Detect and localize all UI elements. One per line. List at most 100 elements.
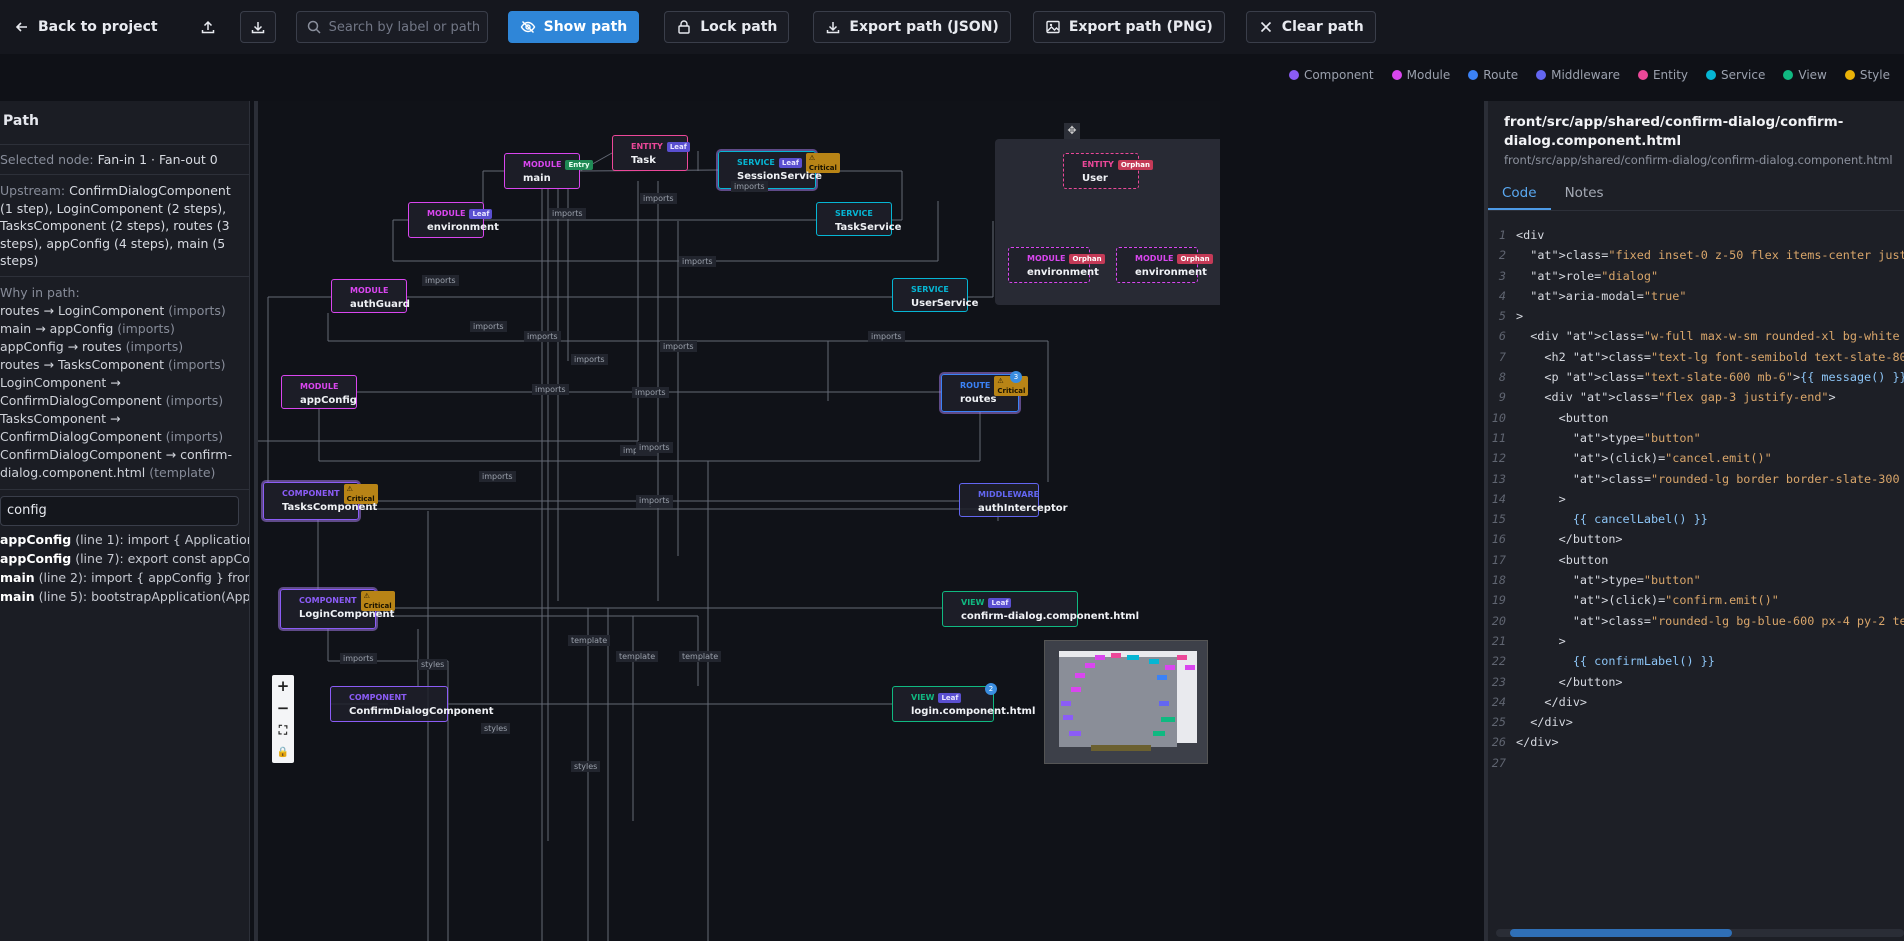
line-text: </div> <box>1516 694 1588 709</box>
graph-node-env3[interactable]: MODULE Orphan environment <box>1116 247 1213 283</box>
upload-icon <box>201 20 214 34</box>
search-result[interactable]: appConfig (line 7): export const appConf… <box>0 549 249 568</box>
line-number: 27 <box>1491 755 1506 770</box>
legend-label: Style <box>1859 68 1890 82</box>
node-label: TaskService <box>835 222 902 233</box>
why-item[interactable]: routes → TasksComponent (imports) <box>0 356 249 374</box>
node-search-input[interactable] <box>328 19 479 35</box>
graph-node-confirm[interactable]: COMPONENT ConfirmDialogComponent <box>330 686 493 722</box>
node-type: MODULE <box>300 381 356 392</box>
legend-item-view: View <box>1783 68 1827 82</box>
lock-view-button[interactable]: 🔒 <box>272 741 294 763</box>
back-button[interactable]: Back to project <box>10 11 162 43</box>
edge-label: imports <box>470 321 507 332</box>
minimap[interactable] <box>1044 640 1208 764</box>
why-item[interactable]: TasksComponent → ConfirmDialogComponent … <box>0 410 249 446</box>
lock-path-button[interactable]: Lock path <box>664 11 790 43</box>
legend: Component Module Route Middleware Entity Serv… <box>1288 68 1890 82</box>
scrollbar-thumb[interactable] <box>1510 929 1732 937</box>
code-line: 12 "at">(click)="cancel.emit()" <box>1488 448 1904 468</box>
graph-node-user[interactable]: ENTITY Orphan User <box>1063 153 1153 189</box>
download-button[interactable] <box>239 11 276 43</box>
legend-item-middleware: Middleware <box>1536 68 1620 82</box>
graph-node-task[interactable]: ENTITY Leaf Task <box>612 135 690 171</box>
line-text: "at">class="rounded-lg border border-sla… <box>1572 471 1900 486</box>
why-item-kind: (imports) <box>165 392 224 408</box>
line-number: 22 <box>1491 654 1506 669</box>
show-path-button[interactable]: Show path <box>507 11 640 43</box>
edge-label: imports <box>868 331 905 342</box>
graph-node-login[interactable]: COMPONENT ⚠ Critical LoginComponent <box>280 589 395 629</box>
clear-path-button[interactable]: Clear path <box>1245 11 1376 43</box>
horizontal-scrollbar[interactable] <box>1496 929 1904 937</box>
why-item[interactable]: ConfirmDialogComponent → confirm-dialog.… <box>0 446 249 482</box>
edge-label: imports <box>632 387 669 398</box>
upload-button[interactable] <box>190 11 226 43</box>
graph-node-appconfig[interactable]: MODULE appConfig <box>281 375 357 409</box>
why-item[interactable]: main → appConfig (imports) <box>0 320 249 338</box>
node-label: environment <box>1027 267 1099 278</box>
node-type: ENTITY Leaf <box>631 141 690 152</box>
search-result[interactable]: main (line 5): bootstrapApplication(AppC… <box>0 587 249 606</box>
node-type: MODULE Orphan <box>1135 253 1213 264</box>
node-badge: Leaf <box>938 692 962 703</box>
graph-node-userservice[interactable]: SERVICE UserService <box>892 278 978 312</box>
line-number: 14 <box>1491 491 1506 506</box>
path-search-input[interactable] <box>7 503 227 518</box>
graph-node-tasks[interactable]: COMPONENT ⚠ Critical TasksComponent <box>263 482 378 520</box>
search-result[interactable]: appConfig (line 1): import { Application… <box>0 530 249 549</box>
line-number: 18 <box>1491 573 1506 588</box>
graph-canvas[interactable]: MODULE Entry main ENTITY Leaf Task SERVICE Leaf… <box>254 101 1220 941</box>
why-item[interactable]: LoginComponent → ConfirmDialogComponent … <box>0 374 249 410</box>
export-json-button[interactable]: Export path (JSON) <box>813 11 1011 43</box>
node-type-label: COMPONENT <box>299 596 357 605</box>
result-name: appConfig <box>0 550 72 566</box>
node-label: User <box>1082 173 1108 184</box>
edge-label: styles <box>571 761 601 772</box>
tab-code[interactable]: Code <box>1488 177 1551 210</box>
legend-label: Service <box>1721 68 1766 82</box>
edge-label: imports <box>636 442 673 453</box>
result-text: (line 2): import { appConfig } from './a… <box>38 569 249 585</box>
legend-dot <box>1288 70 1299 80</box>
node-search[interactable] <box>295 11 488 43</box>
why-item[interactable]: appConfig → routes (imports) <box>0 338 249 356</box>
why-item-kind: (imports) <box>117 320 175 336</box>
legend-dot <box>1706 70 1717 80</box>
line-number: 8 <box>1498 370 1506 385</box>
line-text: {{ cancelLabel() }} <box>1572 512 1708 527</box>
code-line: 21 > <box>1488 631 1904 651</box>
fit-view-button[interactable]: ⛶ <box>272 719 294 741</box>
code-line: 24 </div> <box>1488 692 1904 712</box>
why-in-path: Why in path: routes → LoginComponent (im… <box>0 277 249 490</box>
graph-node-authint[interactable]: MIDDLEWARE authInterceptor <box>959 483 1068 517</box>
node-type-label: MODULE <box>427 209 466 218</box>
export-png-button[interactable]: Export path (PNG) <box>1032 11 1225 43</box>
graph-node-environment[interactable]: MODULE Leaf environment <box>408 202 499 238</box>
node-type-label: SERVICE <box>911 285 949 294</box>
graph-node-cdhtml[interactable]: VIEW Leaf confirm-dialog.component.html <box>942 591 1139 627</box>
graph-node-taskservice[interactable]: SERVICE TaskService <box>816 202 902 236</box>
tab-notes[interactable]: Notes <box>1551 177 1618 210</box>
node-type: COMPONENT <box>349 692 447 703</box>
why-item[interactable]: routes → LoginComponent (imports) <box>0 302 249 320</box>
path-search[interactable] <box>0 495 239 526</box>
code-line: 20 "at">class="rounded-lg bg-blue-600 px… <box>1488 611 1904 631</box>
line-text: <button <box>1516 410 1609 425</box>
export-png-label: Export path (PNG) <box>1068 19 1213 35</box>
code-line: 7 <h2 "at">class="text-lg font-semibold … <box>1488 347 1904 367</box>
graph-node-routes[interactable]: ROUTE ⚠ Critical routes 3 <box>941 371 1029 412</box>
graph-node-authguard[interactable]: MODULE authGuard <box>331 279 410 313</box>
node-type-label: ENTITY <box>631 142 663 151</box>
graph-node-loginhtml[interactable]: VIEW Leaf login.component.html 2 <box>892 683 1035 722</box>
move-icon[interactable]: ✥ <box>1064 123 1080 139</box>
node-type-label: COMPONENT <box>282 489 340 498</box>
node-type: MODULE <box>350 285 406 296</box>
graph-node-main[interactable]: MODULE Entry main <box>504 153 593 189</box>
search-result[interactable]: main (line 2): import { appConfig } from… <box>0 568 249 587</box>
graph-node-env2[interactable]: MODULE Orphan environment <box>1008 247 1105 283</box>
zoom-out-button[interactable]: − <box>272 697 294 719</box>
zoom-in-button[interactable]: + <box>272 675 294 697</box>
legend-label: Route <box>1483 68 1519 82</box>
why-list: routes → LoginComponent (imports) main → … <box>0 302 249 482</box>
